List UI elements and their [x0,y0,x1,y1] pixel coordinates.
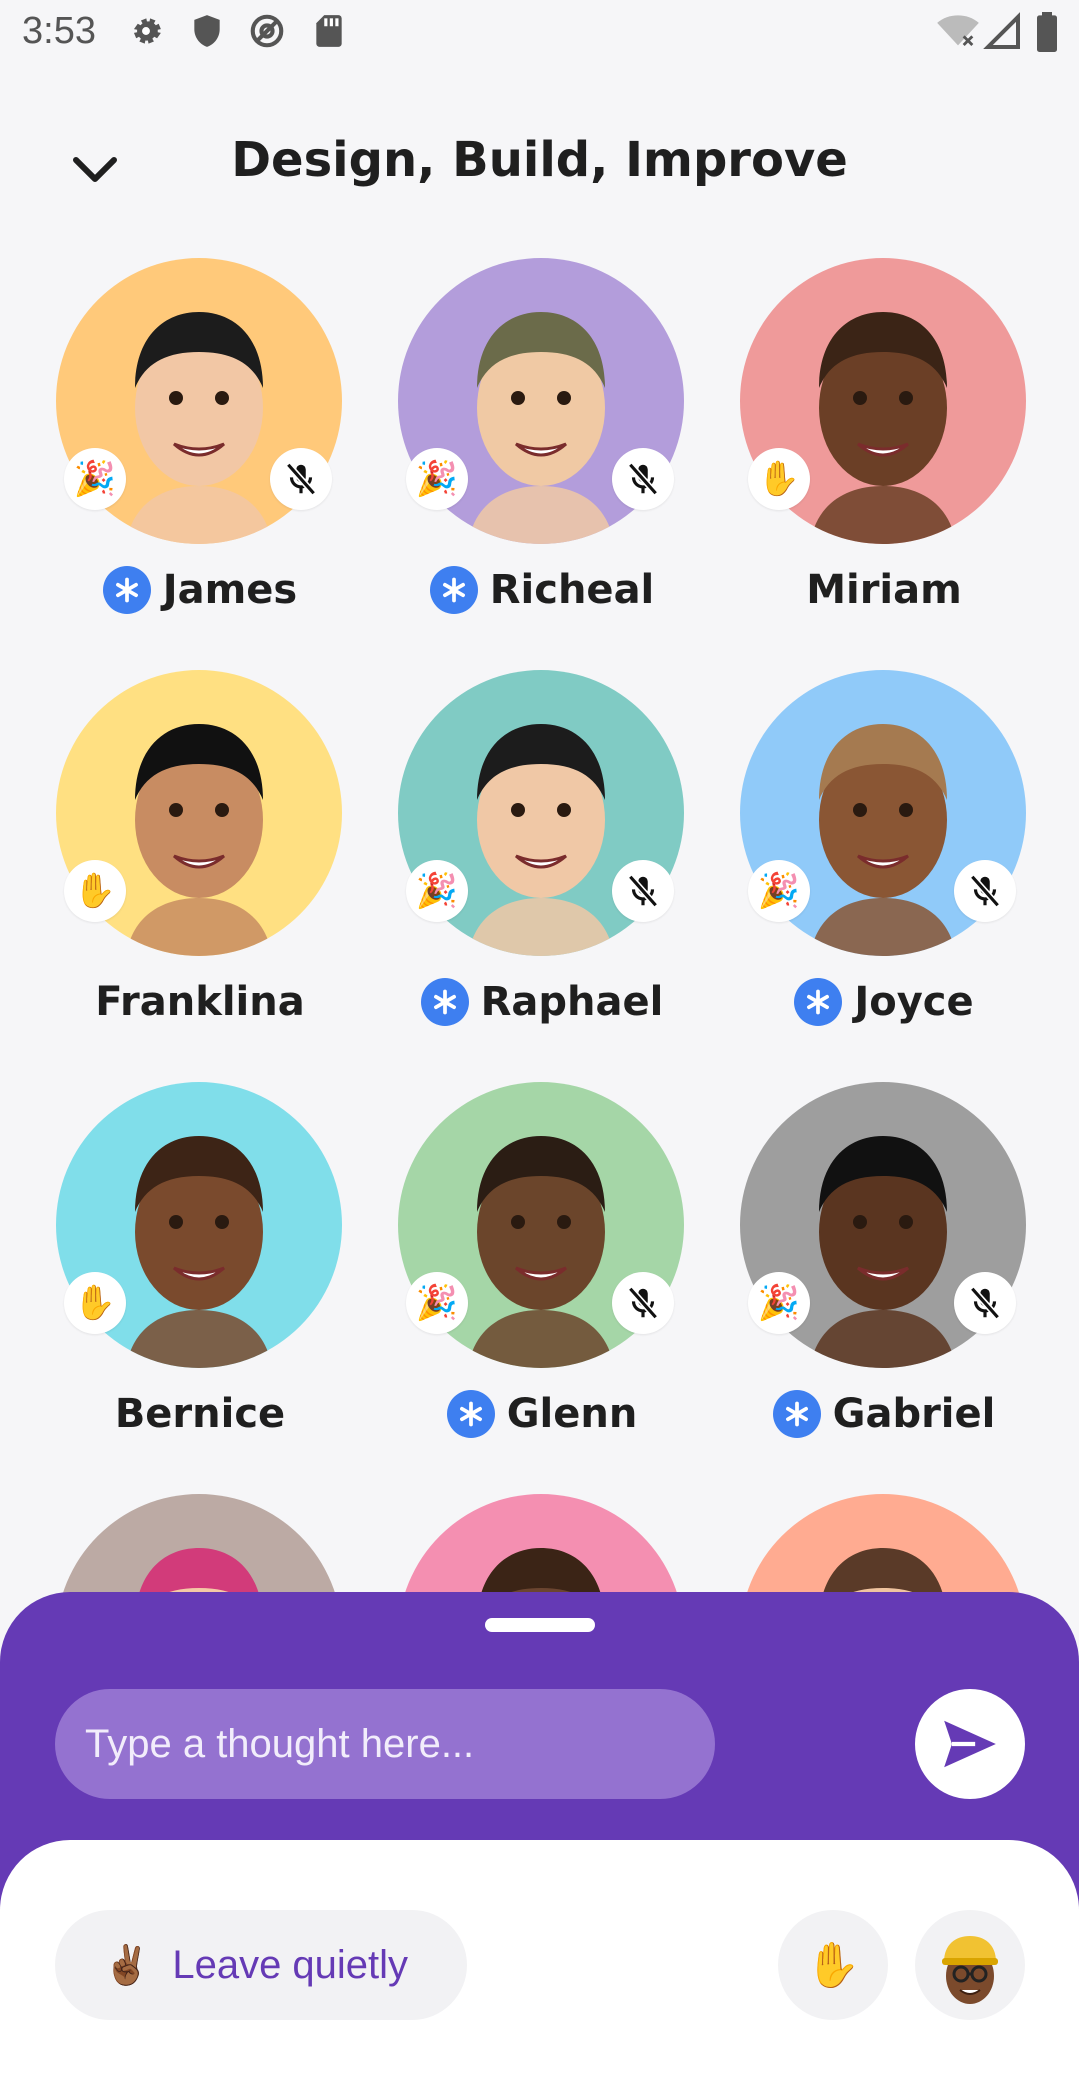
wifi-off-icon [937,15,979,46]
party-popper-icon: 🎉 [748,860,810,922]
bottom-sheet: ✌🏾 Leave quietly ✋ [0,1592,1079,2074]
memoji-face [480,1548,602,1598]
asterisk-badge-icon [446,1390,495,1438]
sheet-drag-handle[interactable] [485,1618,595,1632]
participant-tile[interactable]: 🎉 James [50,258,350,638]
participant-tile[interactable]: 🎉 Joyce [734,670,1034,1050]
leave-quietly-button[interactable]: ✌🏾 Leave quietly [55,1910,467,2020]
send-icon [944,1720,996,1768]
mic-muted-icon [612,1272,674,1334]
participant-name: Joyce [854,979,974,1025]
participant-name: Miriam [806,567,962,613]
party-popper-icon: 🎉 [406,1272,468,1334]
participant-tile[interactable]: ✋ Miriam [734,258,1034,638]
participant-tile[interactable]: 🎉 Gabriel [734,1082,1034,1462]
participant-tile[interactable]: ✋ Franklina [50,670,350,1050]
mic-muted-icon [954,1272,1016,1334]
participant-tile[interactable] [734,1494,1034,1598]
asterisk-badge-icon [794,978,843,1026]
participant-name: Richeal [489,567,655,613]
status-time: 3:53 [22,10,96,52]
status-bar: 3:53 [0,0,1079,70]
leave-quietly-label: Leave quietly [172,1942,409,1987]
participant-tile[interactable] [50,1494,350,1598]
avatar[interactable] [398,1494,684,1598]
thought-input[interactable] [55,1689,715,1799]
party-popper-icon: 🎉 [406,860,468,922]
participant-grid: 🎉 James 🎉 Richeal ✋ Miriam ✋ Franklina 🎉 Raphael 🎉… [0,258,1079,1598]
participant-tile[interactable]: 🎉 Glenn [392,1082,692,1462]
party-popper-icon: 🎉 [406,448,468,510]
shield-icon [194,15,220,47]
participant-name: Glenn [506,1391,638,1437]
settings-icon [133,18,161,44]
participant-name: Franklina [95,979,305,1025]
at-sign-icon [250,14,284,48]
participant-name: Gabriel [832,1391,996,1437]
raised-hand-icon: ✋ [64,860,126,922]
participant-tile[interactable]: 🎉 Raphael [392,670,692,1050]
participant-name-row: Richeal [392,560,692,620]
participant-name: James [162,567,298,613]
asterisk-badge-icon [102,566,151,614]
actions-bar: ✌🏾 Leave quietly ✋ [0,1840,1079,2074]
avatar[interactable] [740,1494,1026,1598]
asterisk-badge-icon [772,1390,821,1438]
mic-muted-icon [612,860,674,922]
signal-icon [983,12,1020,49]
participant-name-row: Raphael [392,972,692,1032]
participant-name-row: Joyce [734,972,1034,1032]
raise-hand-button[interactable]: ✋ [778,1910,888,2020]
mic-muted-icon [270,448,332,510]
participant-name-row: Bernice [50,1384,350,1444]
participant-tile[interactable] [392,1494,692,1598]
avatar [942,1936,998,2004]
mic-muted-icon [954,860,1016,922]
memoji-face [138,1548,260,1598]
participant-name-row: Miriam [734,560,1034,620]
send-button[interactable] [915,1689,1025,1799]
raised-hand-icon: ✋ [748,448,810,510]
participant-name-row: Gabriel [734,1384,1034,1444]
raised-hand-icon: ✋ [805,1940,861,1991]
mic-muted-icon [612,448,674,510]
participant-name: Bernice [114,1391,286,1437]
avatar[interactable] [56,1494,342,1598]
participant-name-row: Glenn [392,1384,692,1444]
header: Design, Build, Improve [0,110,1079,220]
peace-hand-icon: ✌🏾 [103,1942,151,1987]
page-title: Design, Build, Improve [231,132,848,188]
participant-tile[interactable]: 🎉 Richeal [392,258,692,638]
participant-tile[interactable]: ✋ Bernice [50,1082,350,1462]
participant-name-row: Franklina [50,972,350,1032]
my-avatar-button[interactable] [915,1910,1025,2020]
battery-icon [1037,12,1057,52]
participant-name-row: James [50,560,350,620]
memoji-face [822,1548,944,1598]
raised-hand-icon: ✋ [64,1272,126,1334]
sd-card-icon [316,15,342,47]
participant-name: Raphael [480,979,664,1025]
asterisk-badge-icon [429,566,478,614]
party-popper-icon: 🎉 [748,1272,810,1334]
asterisk-badge-icon [420,978,469,1026]
party-popper-icon: 🎉 [64,448,126,510]
